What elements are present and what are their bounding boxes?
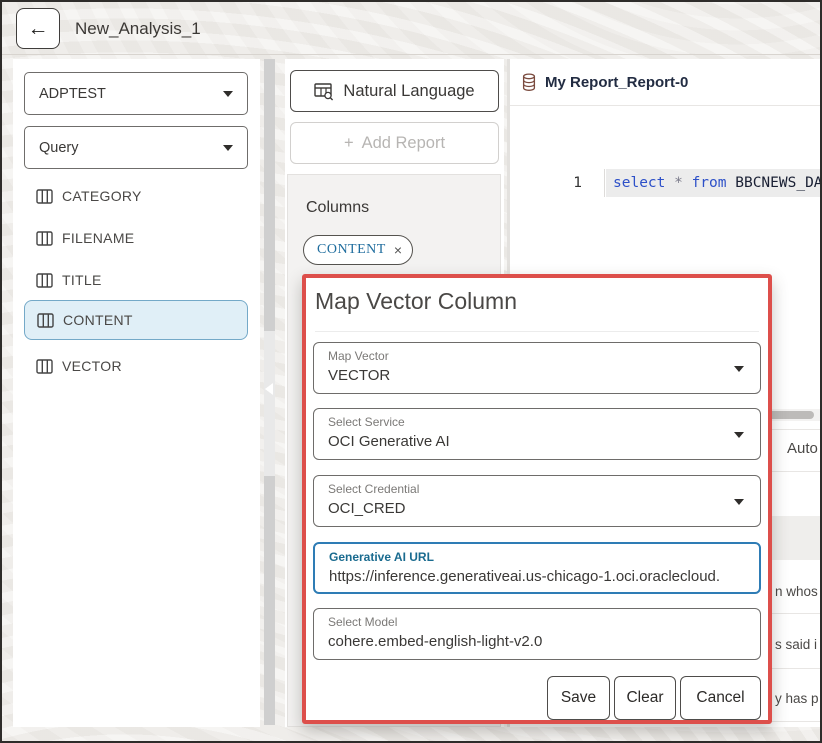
collapse-left-icon[interactable] bbox=[265, 383, 273, 395]
sql-table-name: BBCNEWS_DAT bbox=[735, 175, 822, 191]
sidebar-item-label: FILENAME bbox=[62, 230, 134, 246]
select-model-input[interactable]: Select Model cohere.embed-english-light-… bbox=[313, 608, 761, 660]
sidebar-item-label: CONTENT bbox=[63, 312, 133, 328]
chevron-down-icon[interactable] bbox=[734, 366, 744, 372]
sql-editor[interactable]: 1 select * from BBCNEWS_DAT bbox=[510, 169, 822, 197]
database-icon bbox=[522, 73, 536, 92]
sql-keyword: select bbox=[613, 175, 674, 191]
back-button[interactable]: ← bbox=[16, 8, 60, 49]
table-search-icon bbox=[314, 82, 335, 101]
add-report-label: Add Report bbox=[362, 134, 445, 153]
sidebar-item-content[interactable]: CONTENT bbox=[24, 300, 248, 340]
column-icon bbox=[36, 359, 53, 374]
sidebar-item-label: CATEGORY bbox=[62, 188, 142, 204]
tab-auto[interactable]: Auto bbox=[787, 440, 818, 457]
query-type-select[interactable]: Query bbox=[24, 126, 248, 169]
column-icon bbox=[36, 273, 53, 288]
back-arrow-icon: ← bbox=[28, 17, 49, 41]
field-label: Map Vector bbox=[328, 349, 389, 363]
field-label: Select Credential bbox=[328, 482, 419, 496]
field-value: https://inference.generativeai.us-chicag… bbox=[329, 568, 719, 585]
select-service-select[interactable]: Select Service OCI Generative AI bbox=[313, 408, 761, 460]
column-chip-content[interactable]: CONTENT × bbox=[303, 235, 413, 265]
field-value: OCI_CRED bbox=[328, 500, 720, 517]
database-select-value: ADPTEST bbox=[39, 86, 223, 102]
page-title: New_Analysis_1 bbox=[75, 19, 201, 39]
plus-icon: + bbox=[344, 134, 354, 153]
natural-language-button[interactable]: Natural Language bbox=[290, 70, 499, 112]
report-header: My Report_Report-0 bbox=[510, 59, 822, 106]
field-label: Select Service bbox=[328, 415, 405, 429]
map-vector-column-dialog: Map Vector Column Map Vector VECTOR Sele… bbox=[302, 274, 772, 724]
clear-button[interactable]: Clear bbox=[614, 676, 676, 720]
database-select[interactable]: ADPTEST bbox=[24, 72, 248, 115]
map-vector-select[interactable]: Map Vector VECTOR bbox=[313, 342, 761, 394]
sidebar-item-label: TITLE bbox=[62, 272, 102, 288]
top-bar: ← New_Analysis_1 bbox=[2, 2, 820, 55]
sidebar-item-label: VECTOR bbox=[62, 358, 122, 374]
result-row-fragment: n whos bbox=[775, 584, 818, 599]
field-value: OCI Generative AI bbox=[328, 433, 720, 450]
column-icon bbox=[37, 313, 54, 328]
natural-language-label: Natural Language bbox=[343, 82, 474, 101]
result-row-fragment: s said i bbox=[775, 637, 817, 652]
field-value: cohere.embed-english-light-v2.0 bbox=[328, 633, 720, 650]
app-window: ← New_Analysis_1 ADPTEST Query CATEGORY … bbox=[0, 0, 822, 743]
generative-ai-url-input[interactable]: Generative AI URL https://inference.gene… bbox=[313, 542, 761, 594]
sql-operator: * bbox=[674, 175, 691, 191]
column-icon bbox=[36, 189, 53, 204]
sql-keyword: from bbox=[692, 175, 736, 191]
line-number: 1 bbox=[510, 169, 605, 197]
field-label: Select Model bbox=[328, 615, 397, 629]
add-report-button[interactable]: + Add Report bbox=[290, 122, 499, 164]
sidebar-item-title[interactable]: TITLE bbox=[24, 260, 248, 300]
report-title: My Report_Report-0 bbox=[545, 74, 688, 91]
panel-splitter[interactable] bbox=[264, 59, 275, 725]
chip-label: CONTENT bbox=[317, 242, 386, 258]
query-type-select-value: Query bbox=[39, 140, 223, 156]
sidebar-item-category[interactable]: CATEGORY bbox=[24, 176, 248, 216]
cancel-button[interactable]: Cancel bbox=[680, 676, 761, 720]
save-button[interactable]: Save bbox=[547, 676, 610, 720]
result-row-fragment: y has p bbox=[775, 691, 819, 706]
chevron-down-icon bbox=[223, 91, 233, 97]
field-value: VECTOR bbox=[328, 367, 720, 384]
sidebar-item-filename[interactable]: FILENAME bbox=[24, 218, 248, 258]
columns-panel-title: Columns bbox=[306, 199, 369, 217]
chevron-down-icon[interactable] bbox=[734, 432, 744, 438]
sql-code-line[interactable]: select * from BBCNEWS_DAT bbox=[606, 169, 822, 197]
dialog-title: Map Vector Column bbox=[315, 288, 759, 332]
close-icon[interactable]: × bbox=[394, 242, 402, 258]
sidebar: ADPTEST Query CATEGORY FILENAME TITLE CO… bbox=[13, 59, 260, 727]
field-label: Generative AI URL bbox=[329, 550, 434, 564]
select-credential-select[interactable]: Select Credential OCI_CRED bbox=[313, 475, 761, 527]
chevron-down-icon bbox=[223, 145, 233, 151]
splitter-track bbox=[264, 331, 275, 476]
chevron-down-icon[interactable] bbox=[734, 499, 744, 505]
sidebar-item-vector[interactable]: VECTOR bbox=[24, 346, 248, 386]
column-icon bbox=[36, 231, 53, 246]
